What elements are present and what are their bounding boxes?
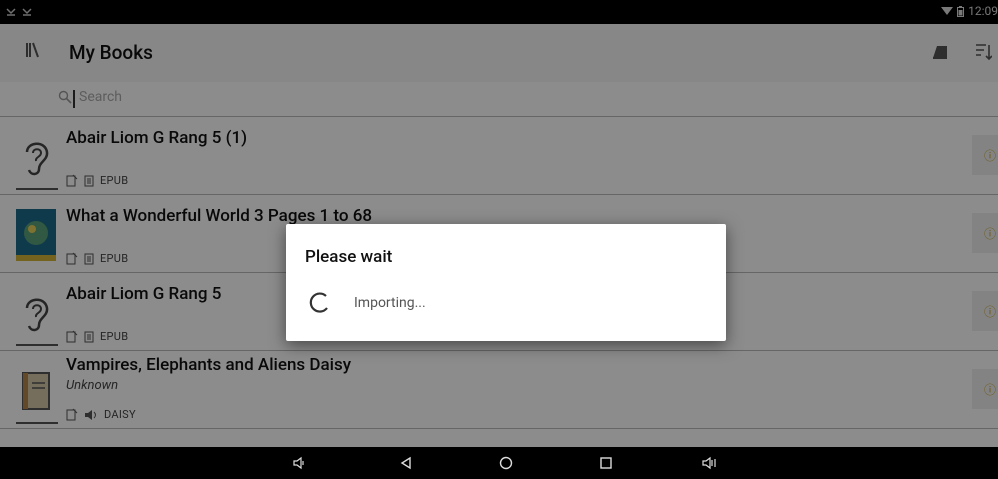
back-button[interactable] [396,453,416,473]
volume-up-button[interactable] [700,453,720,473]
progress-dialog: Please wait Importing... [286,224,726,341]
volume-up-icon [702,456,716,470]
dialog-title: Please wait [305,247,393,267]
volume-down-icon [293,456,304,470]
volume-down-button[interactable] [290,453,310,473]
recents-button[interactable] [596,453,616,473]
home-button[interactable] [496,453,516,473]
recents-icon [600,457,612,469]
loading-spinner-icon [309,292,328,313]
dialog-message: Importing... [354,295,426,311]
back-icon [400,456,411,470]
system-navigation-bar [0,447,998,479]
home-icon [499,456,513,470]
